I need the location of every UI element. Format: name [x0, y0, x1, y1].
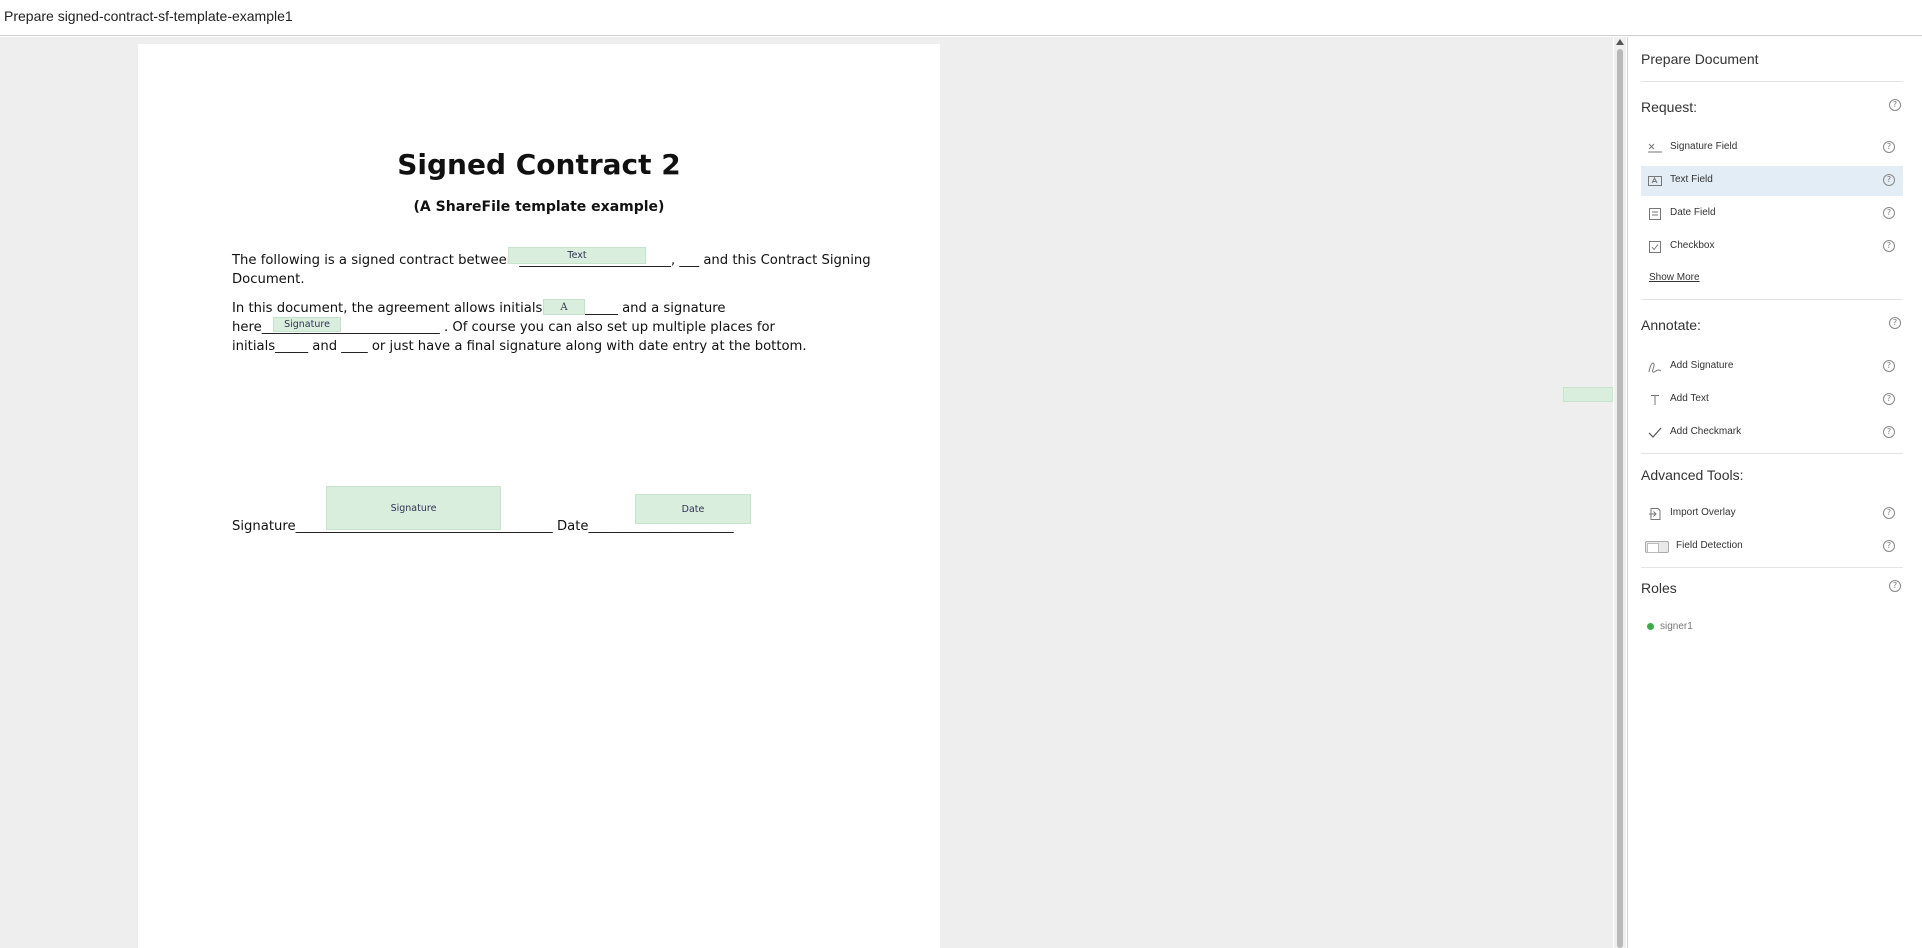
- request-date-field-label: Date Field: [1670, 207, 1716, 218]
- divider: [1641, 81, 1903, 82]
- annotate-add-signature-label: Add Signature: [1670, 360, 1734, 371]
- help-icon[interactable]: ?: [1883, 141, 1895, 153]
- annotate-heading: Annotate:: [1641, 317, 1701, 333]
- annotate-add-text-label: Add Text: [1670, 393, 1709, 404]
- pen-icon: [1647, 359, 1663, 375]
- request-signature-field-label: Signature Field: [1670, 141, 1738, 152]
- scroll-up-arrow-icon[interactable]: [1616, 39, 1624, 45]
- signature-field-icon: [1647, 140, 1663, 156]
- field-detection-label: Field Detection: [1676, 540, 1743, 551]
- signature-field-inline[interactable]: Signature: [273, 317, 341, 332]
- request-heading: Request:: [1641, 99, 1698, 115]
- role-signer1[interactable]: signer1: [1647, 621, 1693, 632]
- help-icon[interactable]: ?: [1883, 174, 1895, 186]
- annotate-add-checkmark-label: Add Checkmark: [1670, 426, 1742, 437]
- divider: [1641, 299, 1903, 300]
- import-icon: [1647, 506, 1663, 522]
- help-icon[interactable]: ?: [1883, 207, 1895, 219]
- role-color-dot: [1647, 623, 1654, 630]
- scrollbar-thumb[interactable]: [1617, 49, 1623, 948]
- import-overlay[interactable]: Import Overlay ?: [1641, 499, 1903, 529]
- window-title: Prepare signed-contract-sf-template-exam…: [4, 8, 293, 24]
- checkbox-icon: [1647, 239, 1663, 255]
- annotate-help-icon[interactable]: ?: [1889, 317, 1901, 329]
- help-icon[interactable]: ?: [1883, 240, 1895, 252]
- detached-field-placeholder[interactable]: [1563, 387, 1613, 402]
- help-icon[interactable]: ?: [1883, 360, 1895, 372]
- request-signature-field[interactable]: Signature Field ?: [1641, 133, 1903, 163]
- text-field-icon: [1647, 173, 1663, 189]
- panel-title: Prepare Document: [1641, 51, 1759, 67]
- text-t-icon: [1647, 392, 1663, 408]
- annotate-add-signature[interactable]: Add Signature ?: [1641, 352, 1903, 382]
- vertical-scrollbar[interactable]: [1614, 37, 1626, 948]
- help-icon[interactable]: ?: [1883, 507, 1895, 519]
- prepare-document-panel: Prepare Document Request: ? Signature Fi…: [1628, 37, 1922, 948]
- initials-field-placeholder[interactable]: A: [543, 299, 585, 315]
- advanced-tools-heading: Advanced Tools:: [1641, 467, 1744, 483]
- request-checkbox[interactable]: Checkbox ?: [1641, 232, 1903, 262]
- document-viewer[interactable]: Signed Contract 2 (A ShareFile template …: [0, 37, 1613, 948]
- import-overlay-label: Import Overlay: [1670, 507, 1736, 518]
- show-more-link[interactable]: Show More: [1649, 272, 1700, 283]
- help-icon[interactable]: ?: [1883, 393, 1895, 405]
- text-field-placeholder[interactable]: Text: [508, 247, 646, 264]
- request-date-field[interactable]: Date Field ?: [1641, 199, 1903, 229]
- signature-field-bottom[interactable]: Signature: [326, 486, 501, 530]
- document-page[interactable]: Signed Contract 2 (A ShareFile template …: [138, 44, 940, 948]
- title-bar: Prepare signed-contract-sf-template-exam…: [0, 0, 1922, 36]
- document-title: Signed Contract 2: [397, 148, 681, 181]
- help-icon[interactable]: ?: [1883, 426, 1895, 438]
- date-field-icon: [1647, 206, 1663, 222]
- field-detection-toggle[interactable]: [1645, 541, 1669, 553]
- field-detection[interactable]: Field Detection ?: [1641, 532, 1903, 562]
- date-field-placeholder[interactable]: Date: [635, 494, 751, 524]
- help-icon[interactable]: ?: [1883, 540, 1895, 552]
- annotate-add-text[interactable]: Add Text ?: [1641, 385, 1903, 415]
- role-label: signer1: [1660, 621, 1693, 632]
- document-subtitle: (A ShareFile template example): [413, 199, 665, 215]
- request-text-field[interactable]: Text Field ?: [1641, 166, 1903, 196]
- roles-help-icon[interactable]: ?: [1889, 580, 1901, 592]
- roles-heading: Roles: [1641, 580, 1677, 596]
- divider: [1641, 453, 1903, 454]
- request-text-field-label: Text Field: [1670, 174, 1713, 185]
- request-checkbox-label: Checkbox: [1670, 240, 1715, 251]
- divider: [1641, 567, 1903, 568]
- checkmark-icon: [1647, 425, 1663, 441]
- request-help-icon[interactable]: ?: [1889, 99, 1901, 111]
- annotate-add-checkmark[interactable]: Add Checkmark ?: [1641, 418, 1903, 448]
